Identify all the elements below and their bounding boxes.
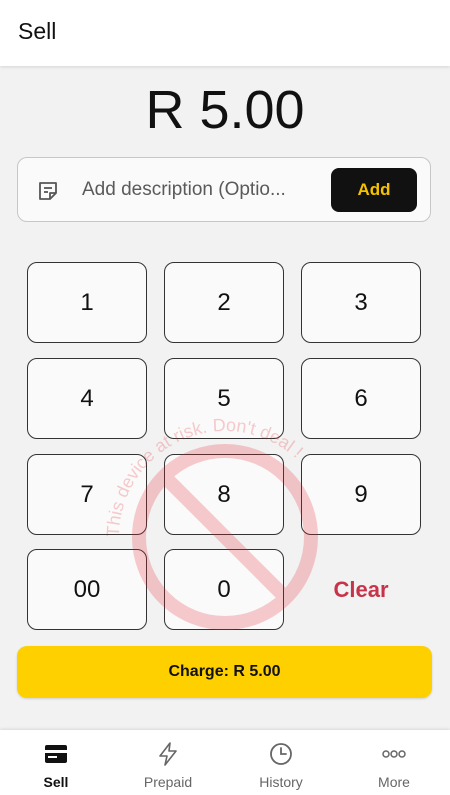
bottom-nav: Sell Prepaid History More [0,730,450,795]
clear-button[interactable]: Clear [300,549,422,630]
description-field[interactable]: Add [17,157,431,222]
key-7[interactable]: 7 [27,454,147,535]
nav-label-more: More [378,774,410,790]
key-0[interactable]: 0 [164,549,284,630]
key-3[interactable]: 3 [301,262,421,343]
key-6[interactable]: 6 [301,358,421,439]
key-4[interactable]: 4 [27,358,147,439]
clock-icon [270,743,292,765]
key-9[interactable]: 9 [301,454,421,535]
key-8[interactable]: 8 [164,454,284,535]
amount-display: R 5.00 [145,80,305,140]
key-1[interactable]: 1 [27,262,147,343]
nav-item-prepaid[interactable]: Prepaid [112,730,224,795]
nav-label-prepaid: Prepaid [143,774,193,790]
note-icon [39,182,57,200]
card-icon [45,745,67,763]
key-5[interactable]: 5 [164,358,284,439]
page-title: Sell [18,18,57,44]
add-description-button[interactable]: Add [331,168,417,212]
nav-item-history[interactable]: History [225,730,337,795]
app-bar: Sell [0,0,450,66]
more-icon [382,750,406,758]
nav-item-more[interactable]: More [338,730,450,795]
nav-label-history: History [259,774,303,790]
key-00[interactable]: 00 [27,549,147,630]
nav-label-sell: Sell [43,774,69,790]
key-2[interactable]: 2 [164,262,284,343]
charge-button[interactable]: Charge: R 5.00 [17,646,432,698]
nav-item-sell[interactable]: Sell [0,730,112,795]
description-input[interactable] [82,175,322,205]
bolt-icon [159,742,177,766]
